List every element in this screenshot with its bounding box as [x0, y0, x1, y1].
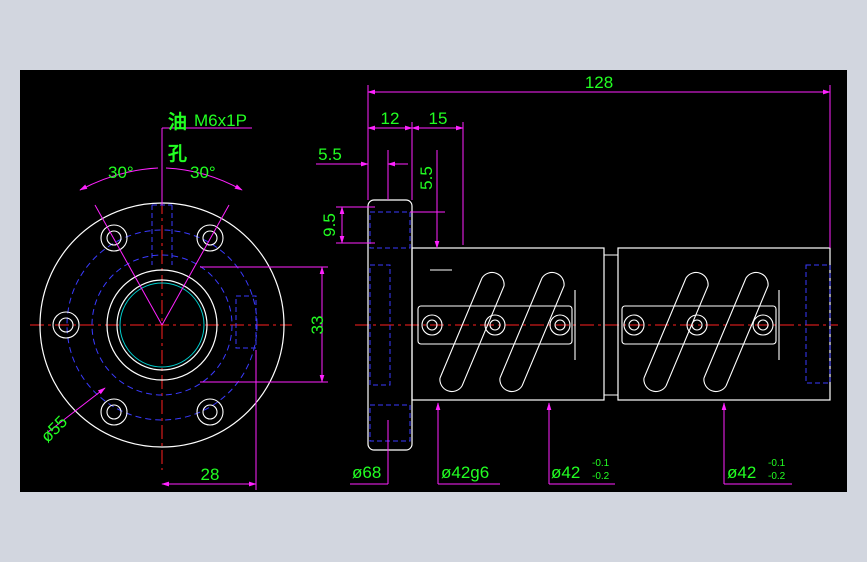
dim-tol-nut-dia-1-upper: -0.1	[592, 458, 610, 469]
oil-hole-label-char1: 油	[168, 111, 187, 133]
dim-tol-nut-dia-1-lower: -0.2	[592, 471, 610, 482]
dim-label-flange-dia: ø68	[352, 463, 381, 482]
dim-label-9-5: 9.5	[320, 213, 339, 237]
dim-label-28: 28	[201, 465, 220, 484]
dim-label-5-5-h: 5.5	[318, 145, 342, 164]
dim-label-bolt-circle: ø55	[37, 412, 71, 446]
front-view	[30, 127, 328, 490]
annotation-texts: 油 孔 M6x1P 30° 30° 33 28 ø55 128 12 15 5.…	[37, 73, 786, 484]
dim-label-nut-dia-2: ø42	[727, 463, 756, 482]
dim-label-33: 33	[308, 316, 327, 335]
dim-tol-nut-dia-2-lower: -0.2	[768, 471, 786, 482]
angle-left-label: 30°	[108, 163, 134, 182]
dim-label-body-dia: ø42g6	[441, 463, 489, 482]
dim-label-nut-dia-1: ø42	[551, 463, 580, 482]
dim-label-12: 12	[381, 109, 400, 128]
dim-label-15: 15	[429, 109, 448, 128]
oil-hole-label-char2: 孔	[168, 143, 187, 165]
oil-hole-thread-label: M6x1P	[194, 111, 247, 130]
dim-label-128: 128	[585, 73, 613, 92]
flange-hidden	[369, 211, 411, 442]
end-hidden	[805, 264, 831, 384]
dim-tol-nut-dia-2-upper: -0.1	[768, 458, 786, 469]
dim-label-5-5-v: 5.5	[417, 166, 436, 190]
cad-drawing: 油 孔 M6x1P 30° 30° 33 28 ø55 128 12 15 5.…	[30, 73, 838, 490]
nut-body-2	[617, 247, 831, 401]
side-view	[316, 85, 838, 485]
return-tubes-2	[643, 271, 780, 393]
angle-right-label: 30°	[190, 163, 216, 182]
